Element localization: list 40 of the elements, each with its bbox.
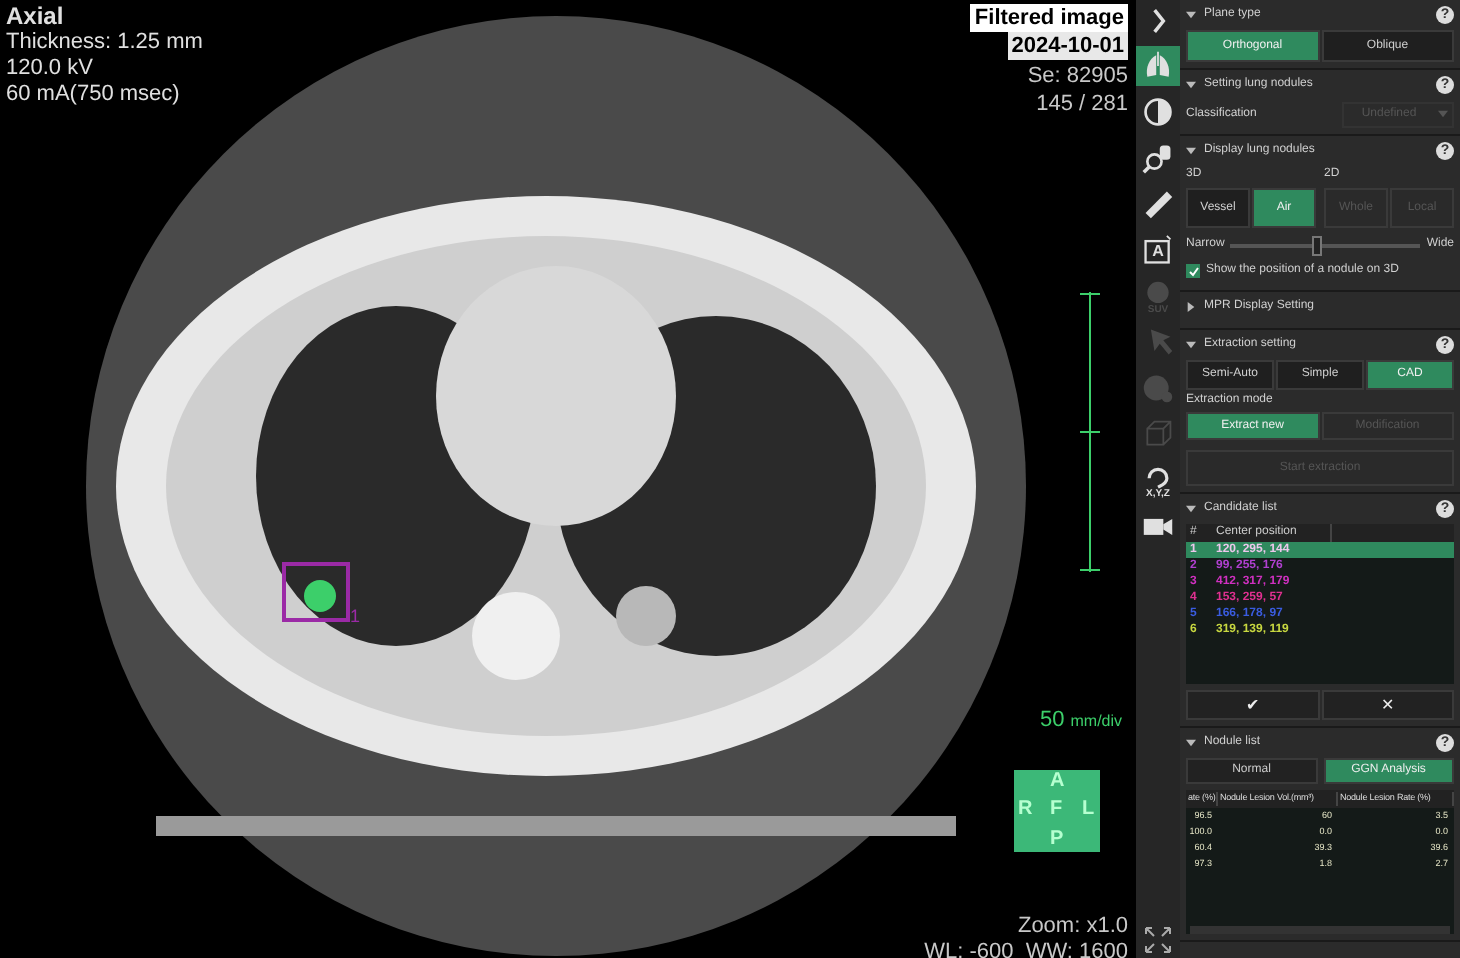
tool-button[interactable]: A [1136, 230, 1180, 270]
contrast-icon [1142, 96, 1174, 128]
caret-down-icon [1186, 80, 1196, 90]
zoom-level: Zoom: x1.0 [1017, 914, 1128, 940]
orientation-label: F [1050, 800, 1063, 820]
orientation-label: R [1018, 800, 1033, 820]
series-number: Se: 82905 [1027, 62, 1128, 90]
orientation-label: A [1050, 772, 1065, 792]
image-badge: Filtered image [970, 4, 1128, 32]
action-button[interactable]: ✕ [1321, 690, 1454, 720]
caret-down-icon [1438, 110, 1448, 118]
ruler-icon [1142, 188, 1174, 220]
scale-unit: mm/div [1070, 710, 1123, 734]
window-level: WL: -600 WW: 1600 [924, 940, 1128, 958]
date-badge: 2024-10-01 [1007, 32, 1128, 60]
chevron-icon [1151, 7, 1165, 33]
magnify-icon [1142, 142, 1174, 174]
annotate-icon [1142, 234, 1174, 266]
plane-label: Axial [6, 4, 66, 30]
scan-info: 60 mA(750 msec) [6, 82, 182, 108]
expand-icon[interactable] [1144, 926, 1172, 954]
orientation-label: L [1082, 800, 1095, 820]
checkbox[interactable] [1186, 264, 1200, 278]
caret-down-icon [1186, 504, 1196, 514]
lungs-icon [1142, 50, 1174, 82]
scan-info: Thickness: 1.25 mm [6, 30, 203, 56]
slider-thumb[interactable] [1312, 235, 1323, 255]
caret-down-icon [1186, 146, 1196, 156]
scan-info: 120.0 kV [6, 56, 95, 82]
sphere-icon [1142, 372, 1174, 404]
caret-right-icon [1186, 302, 1196, 312]
caret-down-icon [1186, 340, 1196, 350]
marker-label: 1 [350, 608, 361, 626]
caret-down-icon [1186, 738, 1196, 748]
orientation-label: P [1050, 830, 1064, 850]
cube-icon [1142, 418, 1174, 450]
slice-number: 145 / 281 [1036, 90, 1128, 118]
action-button[interactable]: ✔ [1186, 690, 1319, 720]
caret-down-icon [1186, 10, 1196, 20]
scale-value: 50 [1040, 706, 1065, 736]
